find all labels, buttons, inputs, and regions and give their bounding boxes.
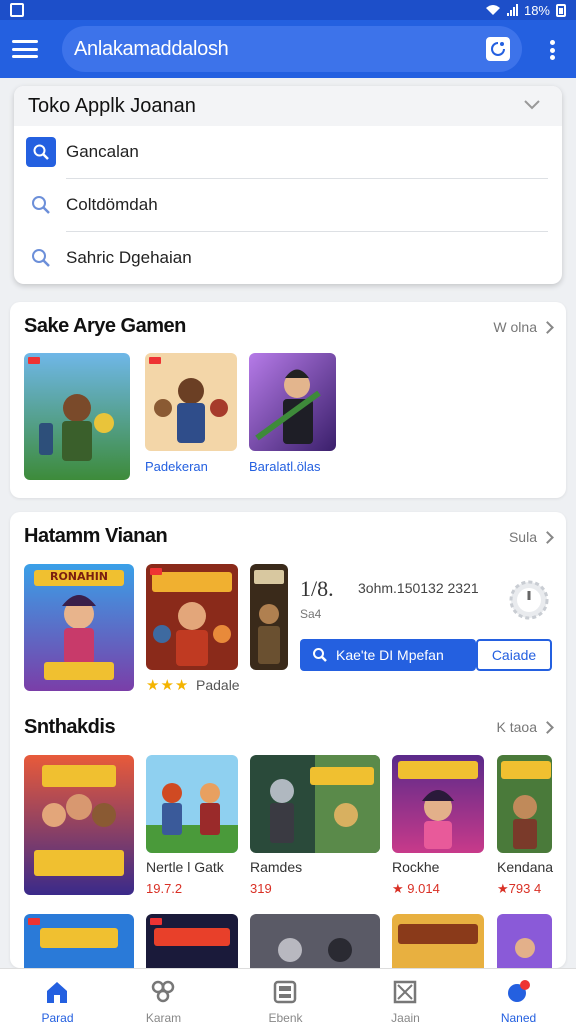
game-name[interactable]: Rockhe — [392, 859, 439, 875]
badge-icon — [28, 918, 40, 925]
chevron-right-icon — [541, 720, 554, 734]
search-icon — [313, 648, 327, 662]
games-icon — [151, 980, 175, 1003]
home-icon — [47, 982, 67, 1003]
game-label[interactable]: Padekeran — [145, 459, 208, 474]
game-thumbnail[interactable] — [146, 564, 238, 670]
status-icons: 18% — [485, 3, 566, 18]
library-icon — [393, 980, 417, 1004]
game-thumbnail[interactable] — [146, 914, 238, 968]
dropdown-title: Toko Applk Joanan — [28, 94, 196, 117]
game-thumbnail[interactable] — [24, 353, 130, 480]
game-thumbnail[interactable] — [250, 914, 380, 968]
wifi-icon — [485, 5, 500, 15]
secondary-button-label: Caiade — [491, 647, 537, 663]
game-name[interactable]: Ramdes — [250, 859, 302, 875]
game-thumbnail[interactable] — [24, 755, 134, 895]
game-label[interactable]: Baralatl.ölas — [249, 459, 321, 474]
nav-label: Parad — [41, 1011, 74, 1024]
stat-b: 3ohm.150132 2321 — [358, 580, 479, 596]
suggestion-label: Coltdömdah — [66, 195, 158, 214]
badge-icon — [150, 918, 162, 925]
nav-label: Karam — [145, 1011, 182, 1024]
secondary-button[interactable]: Caiade — [476, 639, 552, 671]
game-price: 319 — [250, 881, 272, 896]
search-icon — [26, 190, 56, 220]
rating-stars: ★★★ — [146, 677, 190, 694]
featured-game-thumbnail[interactable]: RONAHIN — [24, 564, 134, 691]
game-name[interactable]: Nertle l Gatk — [146, 859, 224, 875]
search-icon — [26, 137, 56, 167]
notification-icon — [10, 3, 24, 17]
game-thumbnail[interactable] — [392, 755, 484, 853]
signal-icon — [506, 4, 518, 16]
status-bar: 18% — [0, 0, 576, 20]
suggestion-item[interactable]: Coltdömdah — [14, 179, 562, 231]
rating-label: Padale — [196, 677, 240, 693]
suggestion-item[interactable]: Sahric Dgehaian — [14, 232, 562, 284]
profile-icon — [508, 980, 530, 1002]
see-all-label: Sula — [508, 529, 537, 545]
nav-item-games[interactable]: Karam — [106, 969, 221, 1024]
section-title: Hatamm Vianan — [24, 525, 168, 547]
chevron-right-icon — [541, 320, 554, 334]
see-all-label: K taoa — [496, 719, 537, 735]
game-price: ★793 4 — [497, 881, 542, 896]
install-button[interactable]: Kae'te DI Mpefan — [300, 639, 476, 671]
search-suggestions-dropdown: Toko Applk Joanan Gancalan Coltdömdah Sa… — [14, 86, 562, 284]
see-all-link[interactable]: W olna — [493, 319, 554, 335]
game-price: 19.7.2 — [146, 881, 183, 896]
game-thumbnail[interactable] — [497, 755, 552, 853]
search-icon — [26, 243, 56, 273]
search-input[interactable]: Anlakamaddalosh — [62, 26, 522, 72]
chevron-right-icon — [541, 530, 554, 544]
chevron-down-icon[interactable] — [522, 94, 542, 114]
game-thumbnail[interactable] — [250, 755, 380, 853]
nav-label: Naned — [500, 1011, 537, 1024]
more-options-icon[interactable] — [550, 40, 556, 60]
stat-a: 1/8. — [300, 576, 334, 601]
nav-label: Jaain — [391, 1011, 420, 1024]
suggestion-label: Sahric Dgehaian — [66, 248, 192, 267]
timer-icon — [509, 580, 549, 620]
battery-text: 18% — [523, 2, 550, 18]
game-thumbnail[interactable] — [250, 564, 288, 670]
game-thumbnail[interactable] — [392, 914, 484, 968]
google-lens-icon[interactable] — [486, 37, 510, 61]
see-all-link[interactable]: Sula — [508, 529, 554, 545]
section-title: Snthakdis — [24, 716, 116, 738]
game-name[interactable]: Kendana — [497, 859, 553, 875]
suggestion-item[interactable]: Gancalan — [14, 126, 562, 178]
nav-item-library[interactable]: Jaain — [348, 969, 463, 1024]
bottom-navigation: Parad Karam Ebenk Jaain Naned — [0, 968, 576, 1024]
install-button-label: Kae'te DI Mpefan — [336, 647, 444, 663]
battery-icon — [556, 3, 566, 17]
stat-sub: Sa4 — [300, 607, 322, 621]
suggestion-label: Gancalan — [66, 142, 139, 161]
badge-icon — [150, 568, 162, 575]
featured-title: RONAHIN — [49, 570, 109, 583]
badge-icon — [149, 357, 161, 364]
badge-icon — [28, 357, 40, 364]
search-input-text: Anlakamaddalosh — [74, 37, 229, 60]
dropdown-header[interactable]: Toko Applk Joanan — [14, 86, 562, 126]
nav-item-profile[interactable]: Naned — [461, 969, 576, 1024]
game-thumbnail[interactable] — [24, 914, 134, 968]
game-thumbnail[interactable] — [145, 353, 237, 451]
menu-icon[interactable] — [12, 40, 38, 58]
game-thumbnail[interactable] — [146, 755, 238, 853]
game-thumbnail[interactable] — [249, 353, 336, 451]
see-all-link[interactable]: K taoa — [496, 719, 554, 735]
nav-item-apps[interactable]: Ebenk — [228, 969, 343, 1024]
app-bar: Anlakamaddalosh — [0, 20, 576, 78]
see-all-label: W olna — [493, 319, 537, 335]
nav-item-home[interactable]: Parad — [0, 969, 115, 1024]
game-price: ★ 9.014 — [392, 881, 440, 896]
game-thumbnail[interactable] — [497, 914, 552, 968]
nav-label: Ebenk — [268, 1011, 303, 1024]
apps-icon — [273, 980, 297, 1004]
section-title: Sake Arye Gamen — [24, 315, 186, 337]
